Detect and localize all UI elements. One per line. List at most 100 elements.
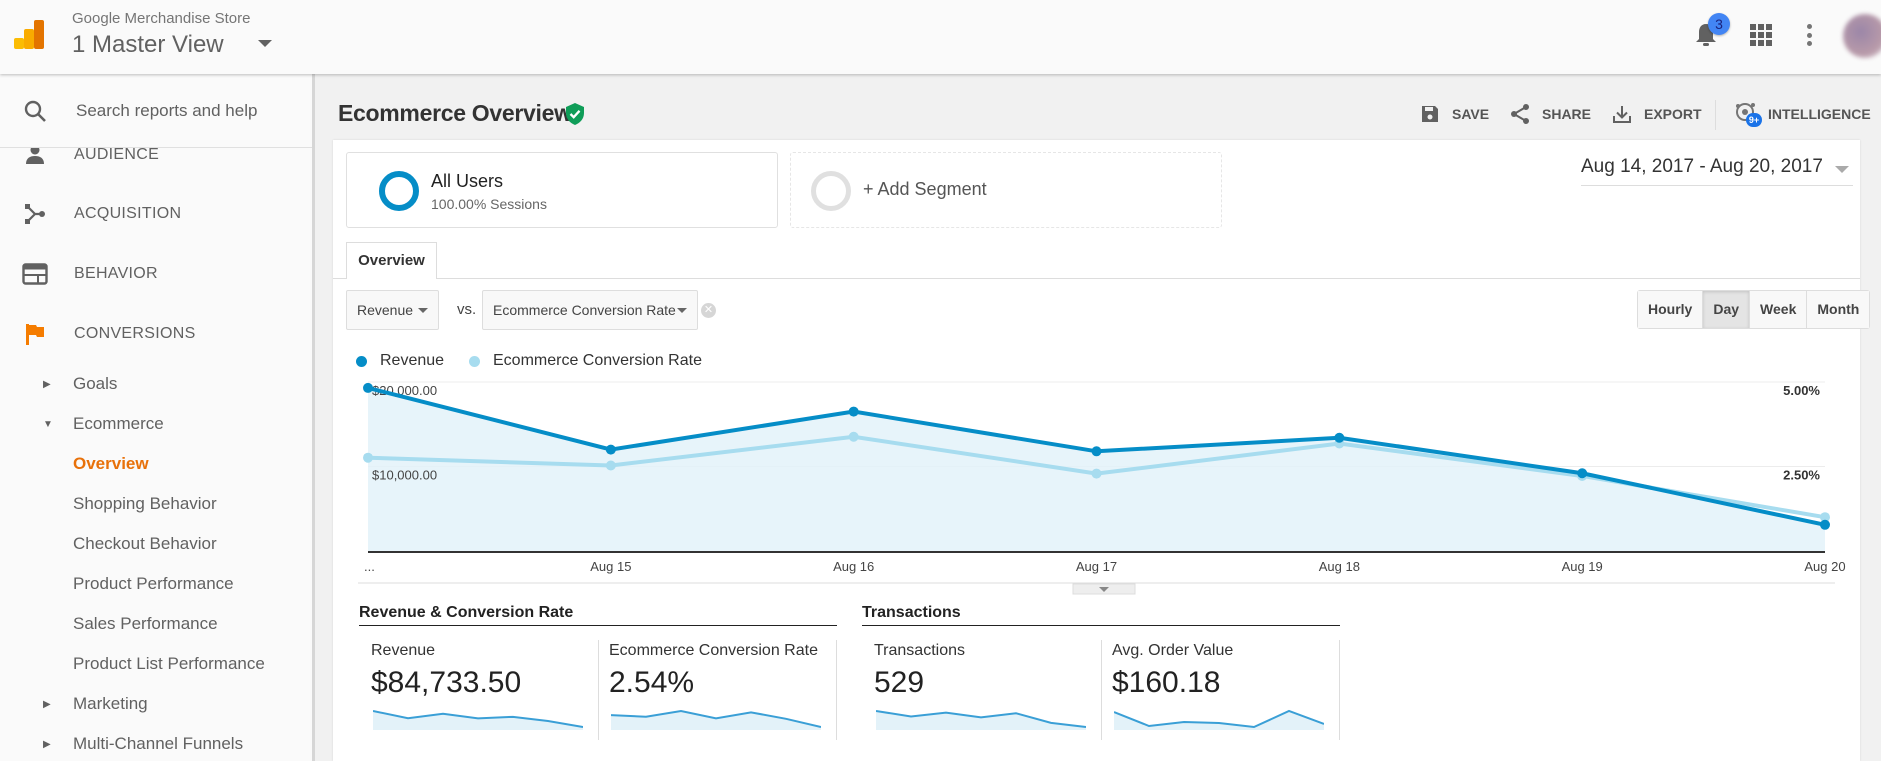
sidebar-item-label: Overview	[73, 454, 149, 473]
export-button[interactable]: EXPORT	[1612, 100, 1702, 128]
sidebar-item-shopping-behavior[interactable]: Shopping Behavior	[0, 487, 312, 521]
primary-metric-select[interactable]: Revenue	[346, 290, 439, 330]
segment-sessions: 100.00% Sessions	[431, 196, 547, 212]
search-input[interactable]	[76, 98, 296, 124]
legend-dot	[356, 355, 367, 367]
legend-item-conversion-rate[interactable]: Ecommerce Conversion Rate	[469, 352, 702, 370]
sidebar-item-ecommerce[interactable]: ▼ Ecommerce	[0, 407, 312, 441]
vs-label: vs.	[457, 301, 477, 318]
revenue-point	[605, 444, 616, 455]
toolbar-divider	[1715, 100, 1716, 130]
x-tick-label: Aug 19	[1562, 559, 1603, 574]
apps-grid-icon[interactable]	[1750, 24, 1772, 46]
metric-label: Avg. Order Value	[1112, 642, 1234, 659]
metric-value: $84,733.50	[371, 666, 522, 699]
acquisition-icon	[22, 201, 48, 227]
avatar[interactable]	[1843, 14, 1881, 58]
view-selector[interactable]: 1 Master View	[72, 31, 224, 59]
y-left-tick-label: $10,000.00	[372, 468, 437, 483]
sidebar-item-multi-channel-funnels[interactable]: ▶ Multi-Channel Funnels	[0, 727, 312, 761]
sidebar-item-label: Multi-Channel Funnels	[73, 734, 244, 753]
share-button[interactable]: SHARE	[1510, 100, 1591, 128]
date-range-picker[interactable]: Aug 14, 2017 - Aug 20, 2017	[1581, 156, 1853, 186]
granularity-week[interactable]: Week	[1750, 291, 1808, 328]
save-button[interactable]: SAVE	[1420, 100, 1489, 128]
metric-label: Ecommerce Conversion Rate	[609, 642, 818, 659]
metric-card-conversion-rate[interactable]: Ecommerce Conversion Rate 2.54%	[597, 640, 837, 740]
intelligence-button[interactable]: 9+ INTELLIGENCE	[1734, 100, 1871, 128]
sidebar-item-label: CONVERSIONS	[74, 325, 196, 342]
sidebar-search	[0, 74, 312, 148]
x-tick-label: Aug 18	[1319, 559, 1360, 574]
metric-value: 529	[874, 666, 925, 699]
sidebar-item-behavior[interactable]: BEHAVIOR	[0, 254, 312, 294]
sidebar-item-sales-performance[interactable]: Sales Performance	[0, 607, 312, 641]
y-right-tick-label: 5.00%	[1783, 383, 1820, 398]
sparkline	[1114, 709, 1324, 730]
legend-item-revenue[interactable]: Revenue	[356, 352, 444, 370]
expand-arrow-icon[interactable]: ▶	[43, 739, 51, 750]
revenue-point	[1577, 468, 1588, 479]
legend-label: Ecommerce Conversion Rate	[493, 352, 702, 369]
sparkline-area	[876, 711, 1086, 730]
more-vert-icon[interactable]	[1806, 24, 1812, 46]
sidebar-item-label: Shopping Behavior	[73, 494, 217, 513]
legend-dot	[469, 355, 480, 367]
sidebar-item-label: Marketing	[73, 694, 148, 713]
granularity-month[interactable]: Month	[1807, 291, 1870, 328]
x-tick-label: Aug 15	[590, 559, 631, 574]
tab-overview[interactable]: Overview	[346, 242, 437, 279]
sparkline	[611, 709, 821, 730]
analytics-logo-icon[interactable]	[14, 20, 46, 52]
sidebar-item-goals[interactable]: ▶ Goals	[0, 367, 312, 401]
sparkline	[373, 710, 583, 730]
sidebar-item-label: ACQUISITION	[74, 205, 182, 222]
page-title: Ecommerce Overview	[338, 100, 572, 126]
sidebar-item-conversions[interactable]: CONVERSIONS	[0, 314, 312, 354]
section-title: Transactions	[862, 604, 1340, 626]
chevron-down-icon	[1835, 166, 1849, 173]
top-header: Google Merchandise Store 1 Master View 3	[0, 0, 1881, 74]
date-range-text: Aug 14, 2017 - Aug 20, 2017	[1581, 156, 1823, 177]
segment-ring-icon	[811, 171, 851, 211]
metric-value: 2.54%	[609, 666, 695, 699]
sidebar: AUDIENCE ACQUISITION BEHAVIOR CONVERSION…	[0, 74, 315, 761]
x-tick-label: Aug 16	[833, 559, 874, 574]
metric-label: Revenue	[371, 642, 436, 659]
segment-all-users[interactable]: All Users 100.00% Sessions	[346, 152, 778, 228]
secondary-metric-value: Ecommerce Conversion Rate	[493, 302, 676, 318]
collapse-arrow-icon[interactable]: ▼	[43, 419, 53, 430]
granularity-day[interactable]: Day	[1703, 291, 1751, 328]
sidebar-item-label: Goals	[73, 374, 118, 393]
metric-card-avg-order-value[interactable]: Avg. Order Value $160.18	[1100, 640, 1340, 740]
sidebar-item-label: Sales Performance	[73, 614, 218, 633]
sidebar-item-checkout-behavior[interactable]: Checkout Behavior	[0, 527, 312, 561]
expand-arrow-icon[interactable]: ▶	[43, 699, 51, 710]
sidebar-item-overview[interactable]: Overview	[0, 447, 312, 481]
granularity-toggle: Hourly Day Week Month	[1637, 290, 1871, 329]
share-label: SHARE	[1542, 106, 1592, 122]
sidebar-item-marketing[interactable]: ▶ Marketing	[0, 687, 312, 721]
revenue-point	[1334, 432, 1345, 443]
save-label: SAVE	[1452, 106, 1490, 122]
sidebar-item-product-list-performance[interactable]: Product List Performance	[0, 647, 312, 681]
add-segment-button[interactable]: + Add Segment	[790, 152, 1222, 228]
chevron-down-icon[interactable]	[258, 40, 272, 47]
clear-metric-icon[interactable]: ✕	[701, 303, 716, 318]
sidebar-item-product-performance[interactable]: Product Performance	[0, 567, 312, 601]
intelligence-icon: 9+	[1734, 101, 1762, 127]
intelligence-badge: 9+	[1746, 113, 1762, 127]
account-name[interactable]: Google Merchandise Store	[72, 10, 250, 27]
expand-arrow-icon[interactable]: ▶	[43, 379, 51, 390]
metric-card-transactions[interactable]: Transactions 529	[862, 640, 1102, 740]
sidebar-item-acquisition[interactable]: ACQUISITION	[0, 194, 312, 234]
secondary-metric-select[interactable]: Ecommerce Conversion Rate	[482, 290, 698, 330]
metric-label: Transactions	[874, 642, 965, 659]
x-tick-label: ...	[364, 559, 375, 574]
conversion-rate-point	[848, 431, 859, 442]
granularity-hourly[interactable]: Hourly	[1638, 291, 1704, 328]
conversion-rate-point	[1091, 468, 1102, 479]
notification-badge: 3	[1708, 13, 1730, 35]
metric-card-revenue[interactable]: Revenue $84,733.50	[359, 640, 599, 740]
revenue-point	[1820, 519, 1830, 530]
